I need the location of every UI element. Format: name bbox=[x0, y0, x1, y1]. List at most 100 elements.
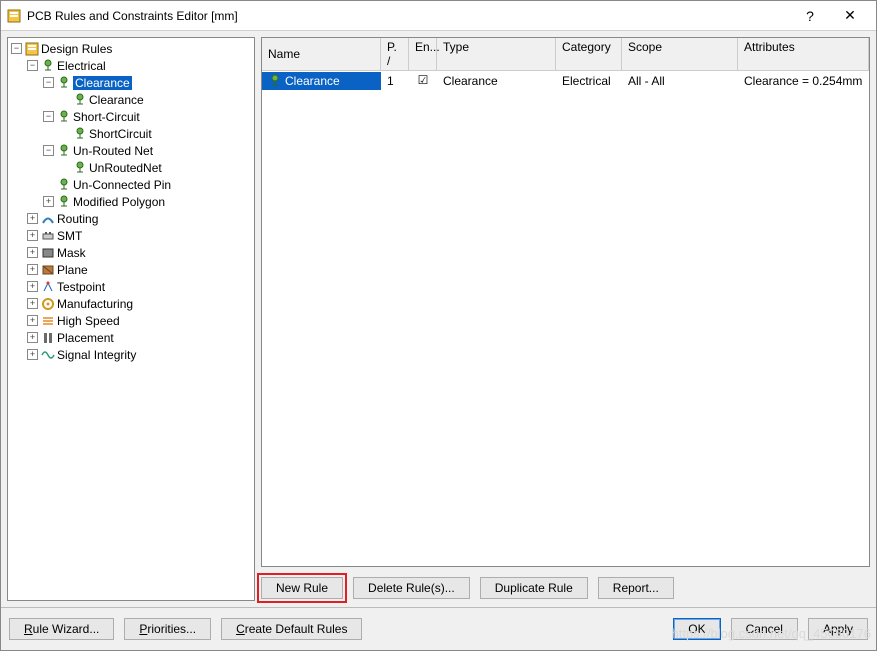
cell-priority: 1 bbox=[381, 72, 409, 90]
tree-node-plane[interactable]: + Plane bbox=[8, 261, 254, 278]
tree-label: High Speed bbox=[57, 314, 120, 328]
expand-icon[interactable]: + bbox=[27, 247, 38, 258]
tree-node-manufacturing[interactable]: +Manufacturing bbox=[8, 295, 254, 312]
collapse-icon[interactable]: − bbox=[27, 60, 38, 71]
tree-node-clearance-cat[interactable]: −Clearance bbox=[8, 74, 254, 91]
elec-icon bbox=[73, 92, 87, 107]
tree-label: Electrical bbox=[57, 59, 106, 73]
tree-label: Un-Routed Net bbox=[73, 144, 153, 158]
grid-body: Clearance1☑ClearanceElectricalAll - AllC… bbox=[262, 71, 869, 90]
expand-icon[interactable]: + bbox=[27, 213, 38, 224]
tree-node-mask[interactable]: + Mask bbox=[8, 244, 254, 261]
toggle-spacer bbox=[43, 179, 54, 190]
tree-node-signal-integrity[interactable]: + Signal Integrity bbox=[8, 346, 254, 363]
tree-node-shortcircuit-rule[interactable]: ShortCircuit bbox=[8, 125, 254, 142]
tree-node-routing[interactable]: + Routing bbox=[8, 210, 254, 227]
main-area: −Design Rules−Electrical−ClearanceCleara… bbox=[1, 31, 876, 607]
cell-scope: All - All bbox=[622, 72, 738, 90]
tree-node-electrical[interactable]: − Electrical bbox=[8, 57, 254, 74]
collapse-icon[interactable]: − bbox=[43, 111, 54, 122]
grid-header[interactable]: Name P. / En... Type Category Scope Attr… bbox=[262, 38, 869, 71]
tree-label: Mask bbox=[57, 246, 86, 260]
route-icon bbox=[41, 211, 55, 226]
tree-label: Signal Integrity bbox=[57, 348, 136, 362]
rules-icon bbox=[25, 41, 39, 56]
rule-wizard-button[interactable]: Rule Wizard... bbox=[9, 618, 114, 640]
tree-node-placement[interactable]: + Placement bbox=[8, 329, 254, 346]
tree-node-short-circuit[interactable]: −Short-Circuit bbox=[8, 108, 254, 125]
place-icon bbox=[41, 330, 55, 345]
tree-label: Plane bbox=[57, 263, 88, 277]
tree-node-unrouted-net[interactable]: − Un-Routed Net bbox=[8, 142, 254, 159]
tree-label: Routing bbox=[57, 212, 98, 226]
mask-icon bbox=[41, 245, 55, 260]
tree-node-smt[interactable]: +SMT bbox=[8, 227, 254, 244]
tree-label: UnRoutedNet bbox=[89, 161, 162, 175]
cell-name: Clearance bbox=[262, 72, 381, 90]
expand-icon[interactable]: + bbox=[27, 281, 38, 292]
col-scope[interactable]: Scope bbox=[622, 38, 738, 70]
elec-icon bbox=[57, 143, 71, 158]
expand-icon[interactable]: + bbox=[27, 349, 38, 360]
tree-label: Design Rules bbox=[41, 42, 112, 56]
plane-icon bbox=[41, 262, 55, 277]
delete-rule-button[interactable]: Delete Rule(s)... bbox=[353, 577, 470, 599]
tree-label: Testpoint bbox=[57, 280, 105, 294]
create-default-rules-button[interactable]: Create Default Rules bbox=[221, 618, 362, 640]
col-priority[interactable]: P. / bbox=[381, 38, 409, 70]
smt-icon bbox=[41, 228, 55, 243]
tree-node-testpoint[interactable]: + Testpoint bbox=[8, 278, 254, 295]
help-button[interactable]: ? bbox=[790, 8, 830, 24]
rules-grid[interactable]: Name P. / En... Type Category Scope Attr… bbox=[261, 37, 870, 567]
elec-icon bbox=[57, 109, 71, 124]
apply-button[interactable]: Apply bbox=[808, 618, 868, 640]
col-enabled[interactable]: En... bbox=[409, 38, 437, 70]
rules-tree[interactable]: −Design Rules−Electrical−ClearanceCleara… bbox=[7, 37, 255, 601]
elec-icon bbox=[57, 194, 71, 209]
cell-category: Electrical bbox=[556, 72, 622, 90]
expand-icon[interactable]: + bbox=[27, 332, 38, 343]
toggle-spacer bbox=[59, 162, 70, 173]
elec-icon bbox=[57, 177, 71, 192]
collapse-icon[interactable]: − bbox=[11, 43, 22, 54]
manuf-icon bbox=[41, 296, 55, 311]
priorities-button[interactable]: Priorities... bbox=[124, 618, 211, 640]
col-name[interactable]: Name bbox=[262, 38, 381, 70]
title-bar: PCB Rules and Constraints Editor [mm] ? … bbox=[1, 1, 876, 31]
col-category[interactable]: Category bbox=[556, 38, 622, 70]
tree-label: Clearance bbox=[89, 93, 144, 107]
collapse-icon[interactable]: − bbox=[43, 145, 54, 156]
tree-label: Un-Connected Pin bbox=[73, 178, 171, 192]
expand-icon[interactable]: + bbox=[27, 315, 38, 326]
tree-label: Placement bbox=[57, 331, 114, 345]
expand-icon[interactable]: + bbox=[27, 264, 38, 275]
collapse-icon[interactable]: − bbox=[43, 77, 54, 88]
toggle-spacer bbox=[59, 128, 70, 139]
tree-node-high-speed[interactable]: + High Speed bbox=[8, 312, 254, 329]
app-icon bbox=[7, 8, 21, 23]
window-title: PCB Rules and Constraints Editor [mm] bbox=[27, 9, 790, 23]
expand-icon[interactable]: + bbox=[27, 298, 38, 309]
tree-node-clearance-rule[interactable]: Clearance bbox=[8, 91, 254, 108]
close-button[interactable]: ✕ bbox=[830, 7, 870, 24]
tree-node-unconnected-pin[interactable]: Un-Connected Pin bbox=[8, 176, 254, 193]
elec-icon bbox=[57, 75, 71, 90]
ok-button[interactable]: OK bbox=[673, 618, 720, 640]
col-type[interactable]: Type bbox=[437, 38, 556, 70]
sigint-icon bbox=[41, 347, 55, 362]
col-attributes[interactable]: Attributes bbox=[738, 38, 869, 70]
report-button[interactable]: Report... bbox=[598, 577, 674, 599]
cell-enabled[interactable]: ☑ bbox=[409, 71, 437, 90]
tree-node-unroutednet-rule[interactable]: UnRoutedNet bbox=[8, 159, 254, 176]
expand-icon[interactable]: + bbox=[43, 196, 54, 207]
test-icon bbox=[41, 279, 55, 294]
duplicate-rule-button[interactable]: Duplicate Rule bbox=[480, 577, 588, 599]
expand-icon[interactable]: + bbox=[27, 230, 38, 241]
grid-row[interactable]: Clearance1☑ClearanceElectricalAll - AllC… bbox=[262, 71, 869, 90]
tree-node-design-rules[interactable]: − Design Rules bbox=[8, 40, 254, 57]
tree-node-modified-polygon[interactable]: +Modified Polygon bbox=[8, 193, 254, 210]
cancel-button[interactable]: Cancel bbox=[731, 618, 798, 640]
new-rule-button[interactable]: New Rule bbox=[261, 577, 343, 599]
footer-bar: Rule Wizard... Priorities... Create Defa… bbox=[1, 607, 876, 650]
elec-icon bbox=[41, 58, 55, 73]
